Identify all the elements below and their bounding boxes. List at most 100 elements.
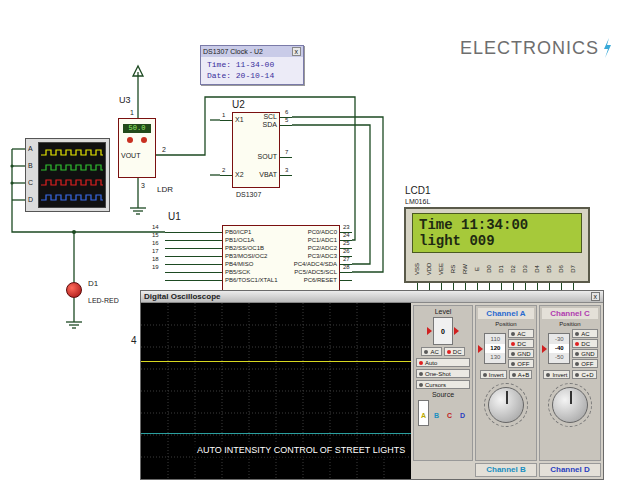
channel-label: B — [28, 162, 33, 169]
panel-button[interactable]: OFF — [572, 359, 597, 368]
indicator-icon — [512, 373, 516, 377]
lcd-pin: D3 — [520, 257, 530, 281]
pin-label: D3 — [522, 265, 528, 273]
trace — [141, 433, 411, 434]
source-option[interactable]: B — [431, 400, 442, 426]
coupling-column: AC DC GNDOFF — [572, 329, 597, 368]
pin-number: 17 — [152, 248, 159, 254]
readout-value: 120 — [485, 344, 505, 353]
channel-title[interactable]: Channel B — [475, 463, 537, 477]
knob-pointer-icon — [570, 391, 572, 404]
pin-label: X1 — [235, 116, 244, 123]
button-label: Auto — [425, 360, 437, 366]
pin-label: PB0/ICP1 — [225, 229, 251, 235]
channel-title[interactable]: Channel D — [539, 463, 601, 477]
level-control[interactable]: 0 — [427, 317, 459, 345]
indicator-icon — [511, 362, 515, 366]
source-option[interactable]: A — [418, 400, 429, 426]
trace-line — [141, 361, 411, 362]
position-control[interactable]: 110120130 — [478, 333, 506, 364]
panel-button[interactable]: DC — [508, 339, 533, 348]
readout-value: -40 — [549, 344, 569, 353]
pin-label: VEE — [438, 263, 444, 275]
pin-stub — [165, 280, 222, 281]
grid-line — [141, 435, 411, 436]
close-button[interactable]: x — [292, 47, 302, 56]
indicator-icon — [575, 332, 579, 336]
ldr-increase-button[interactable] — [141, 137, 147, 143]
trace — [141, 361, 411, 362]
panel-button[interactable]: DC — [444, 347, 465, 356]
pin-label: D0 — [486, 265, 492, 273]
pin-stub — [280, 125, 292, 126]
source-option[interactable]: C — [444, 400, 455, 426]
volts-div-knob[interactable] — [552, 387, 588, 423]
component-ref: U3 — [119, 96, 131, 105]
lcd-line: light 009 — [419, 233, 575, 249]
panel-button[interactable]: GND — [572, 349, 597, 358]
channel-title: Channel A — [478, 308, 534, 319]
pin-number: 26 — [343, 248, 350, 254]
position-control[interactable]: -30-40-50 — [542, 333, 570, 364]
pin-stub — [220, 175, 232, 176]
source-letter: B — [434, 412, 439, 419]
button-label: DC — [581, 341, 590, 347]
channel-label: D — [28, 196, 33, 203]
indicator-icon — [575, 362, 579, 366]
pin-label: VBAT — [240, 171, 277, 178]
panel-button[interactable]: Auto — [416, 358, 470, 367]
panel-button[interactable]: C+D — [572, 370, 596, 379]
pin-label: D2 — [510, 265, 516, 273]
pin-label: PC2/ADC2 — [280, 245, 337, 251]
clock-popup[interactable]: DS1307 Clock - U2xTime: 11-34-00Date: 20… — [200, 45, 304, 85]
channel-title: Channel C — [542, 308, 598, 319]
pin-number: 2 — [162, 146, 166, 153]
schematic-canvas: ELECTRONICSDS1307 Clock - U2xTime: 11-34… — [0, 0, 640, 480]
panel-button[interactable]: Invert — [543, 370, 570, 379]
readout-value: -50 — [549, 353, 569, 362]
coupling-row: AC DC — [421, 347, 464, 356]
control-row: Level0ACDCAutoOne-ShotCursorsSourceABCDC… — [413, 305, 601, 461]
pin-number: 24 — [343, 232, 350, 238]
pin-label: VOUT — [121, 152, 140, 159]
pin-label: SDA — [240, 121, 277, 128]
lcd-line: Time 11:34:00 — [419, 217, 575, 233]
source-label: Source — [432, 391, 454, 398]
panel-button[interactable]: GND — [508, 349, 533, 358]
panel-button[interactable]: AC — [421, 347, 441, 356]
pin-label: PC5/ADC5/SCL — [280, 269, 337, 275]
lcd-pin-row: VSSVDDVEERSRWED0D1D2D3D4D5D6D7 — [412, 257, 578, 281]
channel-label: C — [28, 179, 33, 186]
panel-button[interactable]: A+B — [509, 370, 533, 379]
pin-label: PC6/RESET — [280, 277, 337, 283]
pin-stub — [165, 256, 222, 257]
source-option[interactable]: D — [457, 400, 468, 426]
lcd-pin: RS — [448, 257, 458, 281]
stray-label: 4 — [131, 336, 137, 346]
position-row: 110120130ACDCGNDOFF — [478, 329, 533, 368]
component-ref: U2 — [232, 100, 245, 110]
marker-icon — [427, 327, 432, 335]
spacer — [413, 463, 473, 477]
panel-button[interactable]: One-Shot — [416, 369, 470, 378]
button-label: AC — [430, 349, 438, 355]
panel-button[interactable]: DC — [572, 339, 597, 348]
ldr-decrease-button[interactable] — [127, 137, 133, 143]
close-button[interactable]: x — [591, 292, 601, 301]
control-panel: Level0ACDCAutoOne-ShotCursorsSourceABCDC… — [411, 303, 603, 479]
button-label: A+B — [518, 372, 530, 378]
trigger-section: Level0ACDCAutoOne-ShotCursorsSourceABCD — [413, 305, 473, 461]
panel-button[interactable]: AC — [508, 329, 533, 338]
lcd-pin: D6 — [556, 257, 566, 281]
pin-label: D4 — [534, 265, 540, 273]
panel-button[interactable]: AC — [572, 329, 597, 338]
pin-number: 3 — [285, 167, 288, 173]
volts-div-knob[interactable] — [488, 387, 524, 423]
panel-button[interactable]: Invert — [480, 370, 507, 379]
position-readout: -30-40-50 — [548, 333, 570, 364]
panel-button[interactable]: OFF — [508, 359, 533, 368]
pin-label: D1 — [498, 265, 504, 273]
panel-button[interactable]: Cursors — [416, 380, 470, 389]
component-ref: D1 — [88, 280, 98, 288]
pin-number: 18 — [152, 256, 159, 262]
